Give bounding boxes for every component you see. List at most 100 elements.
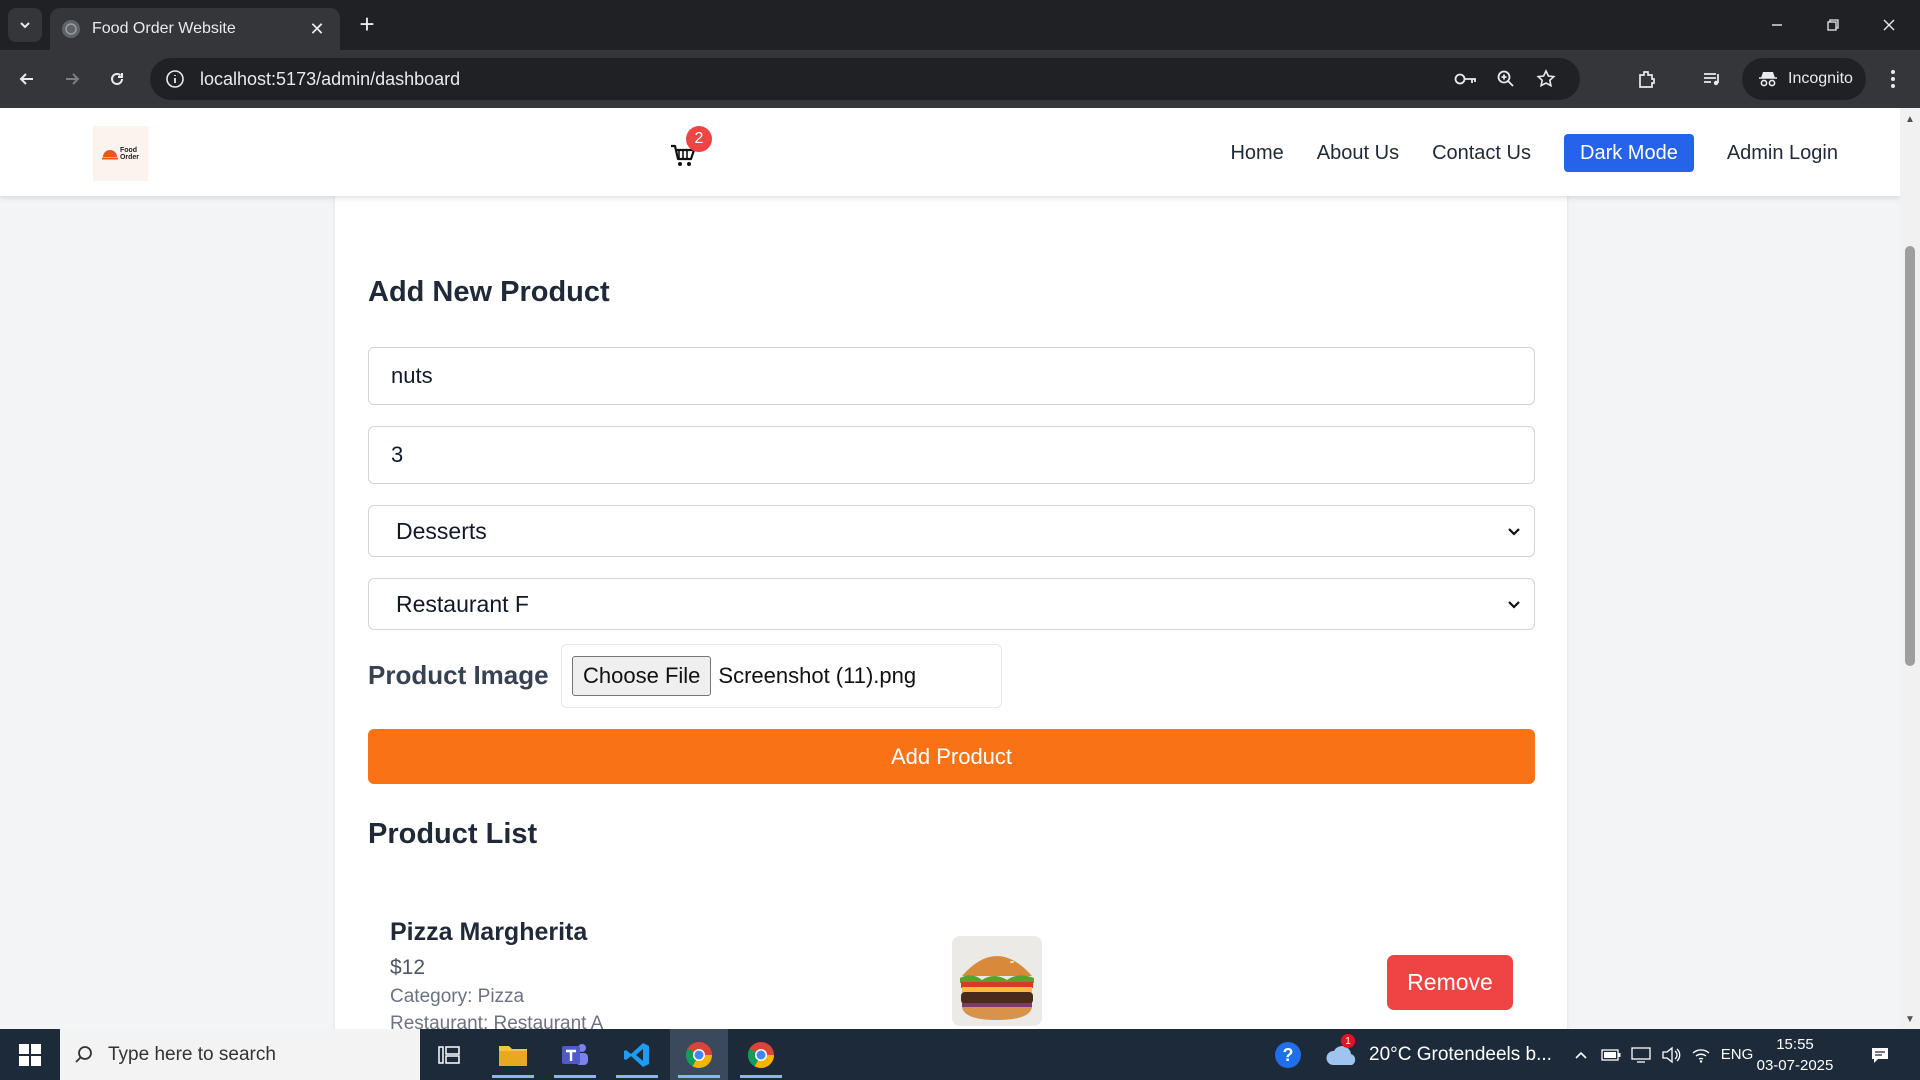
selected-file-name: Screenshot (11).png (718, 663, 917, 688)
site-logo[interactable]: Food Order (93, 126, 148, 181)
chrome-icon (685, 1041, 713, 1068)
globe-icon (62, 20, 80, 38)
incognito-indicator[interactable]: Incognito (1742, 58, 1866, 100)
chrome-icon (747, 1041, 775, 1068)
media-control-icon[interactable] (1695, 62, 1729, 96)
display-icon[interactable] (1628, 1029, 1654, 1080)
forward-button[interactable] (55, 62, 89, 96)
restaurant-selected-value: Restaurant F (396, 590, 529, 617)
minimize-icon (1772, 24, 1782, 26)
category-selected-value: Desserts (396, 517, 487, 544)
back-button[interactable] (10, 62, 44, 96)
food-cloche-icon (101, 149, 118, 159)
password-key-icon[interactable] (1446, 62, 1486, 96)
taskbar-chrome[interactable] (732, 1029, 790, 1080)
close-icon (1883, 19, 1895, 31)
taskbar-teams[interactable] (546, 1029, 604, 1080)
choose-file-button[interactable]: Choose File (572, 656, 712, 696)
page-scrollbar[interactable]: ▲ ▼ (1900, 108, 1920, 1029)
url-text[interactable]: localhost:5173/admin/dashboard (200, 69, 1446, 90)
close-window-button[interactable] (1866, 8, 1912, 42)
add-product-heading: Add New Product (368, 276, 610, 308)
arrow-left-icon (19, 73, 33, 85)
cloud-icon (1326, 1045, 1356, 1065)
product-price: $12 (390, 956, 426, 979)
running-indicator (492, 1075, 534, 1078)
incognito-icon (1759, 72, 1777, 87)
more-vertical-icon (1891, 70, 1895, 88)
weather-notification-badge: 1 (1341, 1034, 1355, 1048)
browser-menu-button[interactable] (1876, 62, 1910, 96)
notification-center-icon[interactable] (1858, 1029, 1902, 1080)
browser-tab[interactable]: Food Order Website ✕ (50, 8, 340, 50)
bookmark-star-icon[interactable] (1526, 62, 1566, 96)
chevron-down-icon (1508, 528, 1520, 536)
new-tab-button[interactable]: + (352, 10, 382, 40)
task-view-icon (438, 1045, 460, 1064)
help-icon[interactable]: ? (1268, 1029, 1308, 1080)
product-image-file-input[interactable]: Choose File Screenshot (11).png (561, 644, 1002, 708)
folder-icon (499, 1045, 527, 1066)
add-product-button[interactable]: Add Product (368, 729, 1535, 784)
battery-icon[interactable] (1598, 1029, 1624, 1080)
nav-about-link[interactable]: About Us (1317, 142, 1399, 165)
search-icon (75, 1045, 92, 1063)
main-nav: Home About Us Contact Us Dark Mode Admin… (1197, 134, 1838, 172)
start-button[interactable] (0, 1029, 60, 1080)
nav-admin-login-link[interactable]: Admin Login (1727, 142, 1838, 165)
scrollbar-thumb[interactable] (1905, 246, 1915, 666)
incognito-label: Incognito (1788, 70, 1853, 87)
address-bar[interactable]: localhost:5173/admin/dashboard (150, 58, 1580, 100)
remove-product-button[interactable]: Remove (1387, 955, 1513, 1010)
taskbar-file-explorer[interactable] (484, 1029, 542, 1080)
scroll-up-arrow-icon[interactable]: ▲ (1904, 114, 1916, 125)
close-tab-icon[interactable]: ✕ (306, 19, 328, 40)
restore-button[interactable] (1810, 8, 1856, 42)
show-hidden-icons-chevron-icon[interactable] (1568, 1029, 1594, 1080)
site-header: Food Order 2 Home About Us Contact Us Da… (0, 108, 1900, 196)
nav-contact-link[interactable]: Contact Us (1432, 142, 1531, 165)
windows-logo-icon (19, 1043, 41, 1066)
running-indicator (616, 1075, 658, 1078)
system-clock[interactable]: 15:55 03-07-2025 (1755, 1034, 1835, 1076)
extensions-icon[interactable] (1630, 62, 1664, 96)
arrow-right-icon (66, 73, 80, 85)
chevron-down-icon (1508, 601, 1520, 609)
weather-widget[interactable]: 20°C Grotendeels b... (1325, 1029, 1552, 1080)
product-thumbnail-burger (952, 936, 1042, 1026)
nav-home-link[interactable]: Home (1230, 142, 1283, 165)
wifi-icon[interactable] (1688, 1029, 1714, 1080)
taskbar-search-box[interactable]: Type here to search (60, 1029, 420, 1080)
taskbar-chrome-incognito[interactable] (670, 1029, 728, 1080)
clock-date: 03-07-2025 (1756, 1057, 1834, 1074)
dark-mode-button[interactable]: Dark Mode (1564, 134, 1694, 172)
category-select[interactable]: Desserts (368, 505, 1535, 557)
restore-icon (1827, 19, 1839, 31)
windows-taskbar: Type here to search ? 20°C Grotendeels b… (0, 1029, 1920, 1080)
product-restaurant: Restaurant: Restaurant A (390, 1013, 604, 1029)
site-info-icon[interactable] (164, 68, 186, 90)
zoom-icon[interactable] (1486, 62, 1526, 96)
tab-search-button[interactable] (8, 8, 42, 42)
running-indicator (678, 1075, 720, 1078)
restaurant-select[interactable]: Restaurant F (368, 578, 1535, 630)
task-view-button[interactable] (420, 1029, 478, 1080)
svg-text:?: ? (1283, 1045, 1294, 1065)
browser-tab-bar: Food Order Website ✕ + (0, 0, 1920, 50)
reload-button[interactable] (100, 62, 134, 96)
minimize-button[interactable] (1754, 8, 1800, 42)
logo-text-line2: Order (119, 153, 140, 161)
product-name-input[interactable]: nuts (368, 347, 1535, 405)
clock-time: 15:55 (1776, 1036, 1814, 1053)
input-language-indicator[interactable]: ENG (1718, 1029, 1756, 1080)
running-indicator (554, 1075, 596, 1078)
browser-toolbar: localhost:5173/admin/dashboard Incognito (0, 50, 1920, 108)
running-indicator (740, 1075, 782, 1078)
taskbar-vscode[interactable] (608, 1029, 666, 1080)
volume-icon[interactable] (1658, 1029, 1684, 1080)
scroll-down-arrow-icon[interactable]: ▼ (1904, 1014, 1916, 1025)
product-price-input[interactable]: 3 (368, 426, 1535, 484)
logo-text-line1: Food (119, 146, 138, 154)
weather-text: 20°C Grotendeels b... (1369, 1043, 1552, 1065)
product-category: Category: Pizza (390, 986, 525, 1007)
